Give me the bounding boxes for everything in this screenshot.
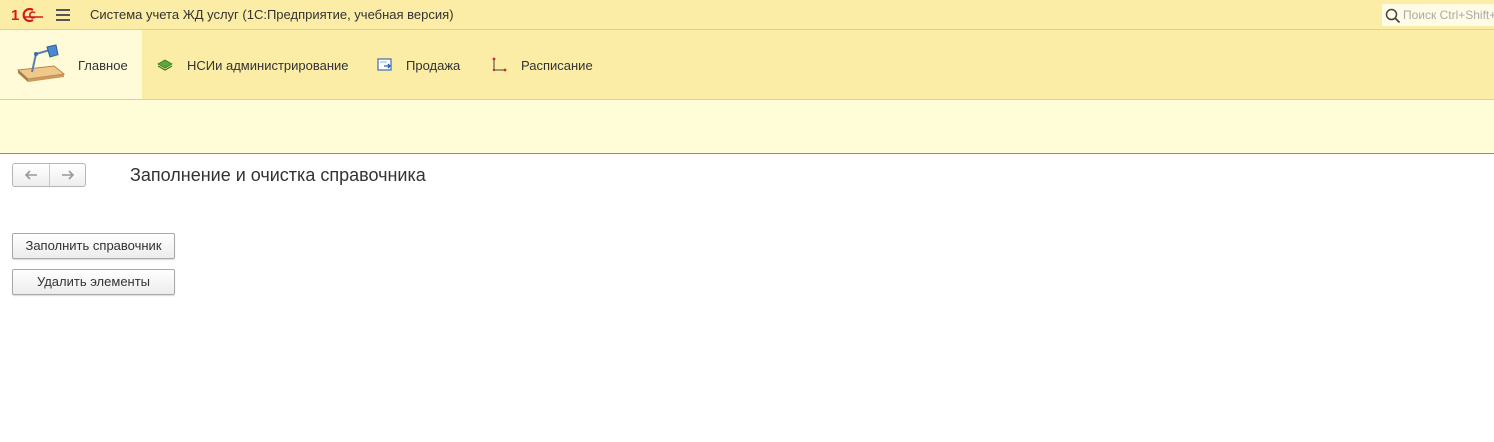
section-label-main: Главное xyxy=(78,58,128,73)
app-title: Система учета ЖД услуг (1С:Предприятие, … xyxy=(90,7,454,22)
layers-icon xyxy=(157,59,173,71)
section-sales[interactable]: Продажа xyxy=(370,30,470,99)
section-nsi-admin[interactable]: НСИи администрирование xyxy=(150,30,360,99)
delete-elements-button[interactable]: Удалить элементы xyxy=(12,269,175,295)
desktop-lamp-icon xyxy=(16,44,66,82)
title-bar: 1 Система учета ЖД услуг (1С:Предприятие… xyxy=(0,0,1494,30)
fill-catalog-button[interactable]: Заполнить справочник xyxy=(12,233,175,259)
axes-chart-icon xyxy=(492,57,507,72)
open-windows-panel xyxy=(0,100,1494,154)
arrow-left-icon xyxy=(24,170,37,180)
section-label-nsi-admin: НСИи администрирование xyxy=(187,58,349,73)
svg-text:1: 1 xyxy=(11,7,19,24)
hamburger-menu-icon[interactable] xyxy=(56,9,70,21)
back-button[interactable] xyxy=(13,164,49,186)
forward-button[interactable] xyxy=(48,164,86,186)
section-label-sales: Продажа xyxy=(406,58,461,73)
history-navigation xyxy=(12,163,86,187)
sales-document-icon xyxy=(377,58,392,71)
search-input[interactable] xyxy=(1403,6,1494,24)
section-schedule[interactable]: Расписание xyxy=(485,30,605,99)
section-label-schedule: Расписание xyxy=(521,58,593,73)
search-icon xyxy=(1385,8,1401,24)
form-title: Заполнение и очистка справочника xyxy=(130,165,426,185)
search-box[interactable] xyxy=(1382,4,1494,26)
arrow-right-icon xyxy=(61,170,74,180)
1c-logo[interactable]: 1 xyxy=(10,6,44,24)
sections-panel: Главное НСИи администрирование Продажа Р… xyxy=(0,30,1494,100)
section-main[interactable]: Главное xyxy=(0,30,142,99)
